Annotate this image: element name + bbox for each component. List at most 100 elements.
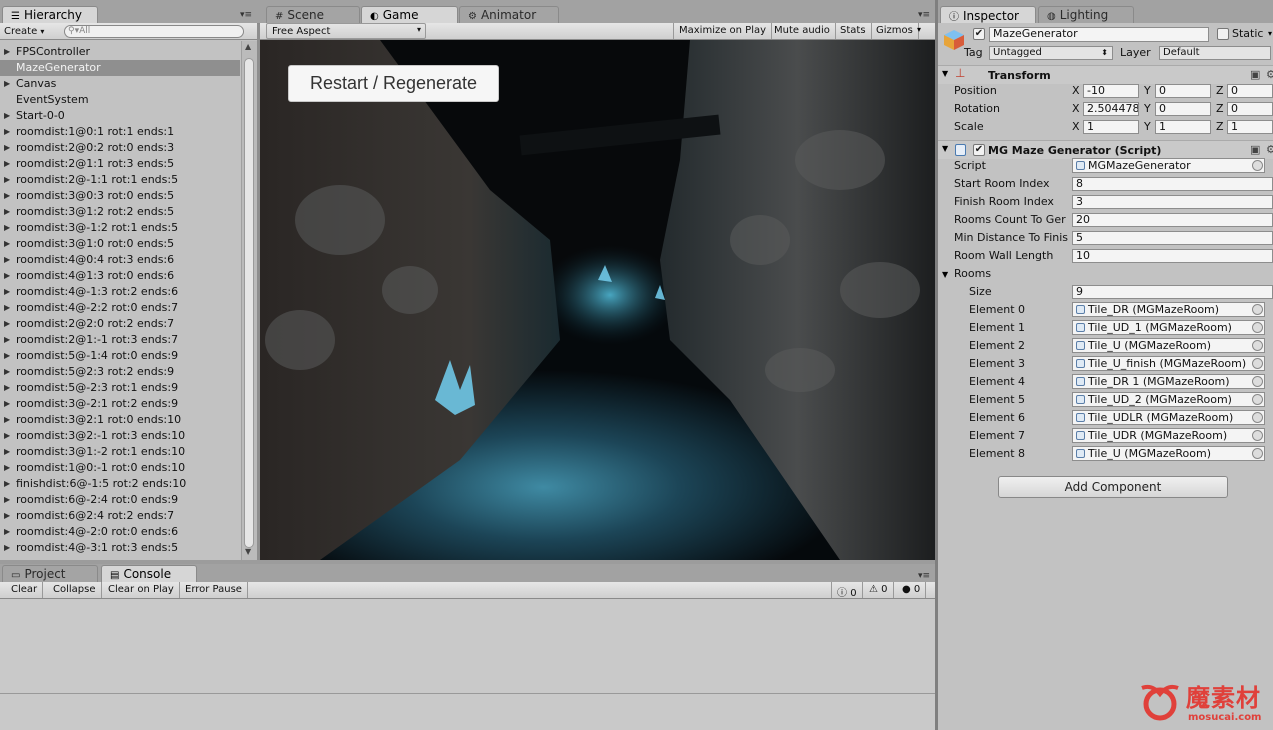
fold-arrow-icon[interactable]: ▶ [4, 76, 10, 92]
fold-arrow-icon[interactable]: ▶ [4, 188, 10, 204]
layer-dropdown[interactable]: Default [1159, 46, 1271, 60]
fold-arrow-icon[interactable]: ▶ [4, 204, 10, 220]
scale-y-field[interactable]: 1 [1155, 120, 1211, 134]
fold-arrow-icon[interactable]: ▶ [4, 268, 10, 284]
hierarchy-item[interactable]: ▶ roomdist:2@1:1 rot:3 ends:5 [0, 156, 240, 172]
rotation-x-field[interactable]: 2.504478 [1083, 102, 1139, 116]
hierarchy-item[interactable]: ▶ roomdist:3@2:1 rot:0 ends:10 [0, 412, 240, 428]
transform-header[interactable]: ▼ ⊥ Transform ▣ ⚙ [938, 65, 1273, 84]
aspect-dropdown[interactable]: Free Aspect ▾ [266, 23, 426, 39]
error-filter-toggle[interactable]: ● 0 [897, 582, 927, 598]
room-element-field[interactable]: Tile_U_finish (MGMazeRoom) [1072, 356, 1265, 371]
object-picker-icon[interactable] [1252, 304, 1263, 315]
hierarchy-item[interactable]: ▶ roomdist:2@1:-1 rot:3 ends:7 [0, 332, 240, 348]
hierarchy-item[interactable]: ▶ roomdist:4@-2:2 rot:0 ends:7 [0, 300, 240, 316]
help-icon[interactable]: ▣ [1250, 68, 1260, 81]
object-picker-icon[interactable] [1252, 394, 1263, 405]
tab-inspector[interactable]: ⓘ Inspector [940, 6, 1036, 23]
hierarchy-item[interactable]: ▶ roomdist:6@-2:4 rot:0 ends:9 [0, 492, 240, 508]
collapse-toggle[interactable]: Collapse [48, 582, 102, 598]
tab-scene[interactable]: # Scene [266, 6, 360, 23]
scroll-up-icon[interactable]: ▲ [245, 42, 251, 51]
hierarchy-item[interactable]: ▶ roomdist:1@0:-1 rot:0 ends:10 [0, 460, 240, 476]
fold-arrow-icon[interactable]: ▶ [4, 476, 10, 492]
hierarchy-item[interactable]: ▶ roomdist:4@-2:0 rot:0 ends:6 [0, 524, 240, 540]
scroll-down-icon[interactable]: ▼ [245, 547, 251, 556]
maximize-on-play-toggle[interactable]: Maximize on Play [673, 23, 773, 39]
scale-x-field[interactable]: 1 [1083, 120, 1139, 134]
fold-arrow-icon[interactable]: ▶ [4, 508, 10, 524]
mute-audio-toggle[interactable]: Mute audio [769, 23, 836, 39]
script-field-input[interactable]: 10 [1072, 249, 1273, 263]
position-x-field[interactable]: -10 [1083, 84, 1139, 98]
fold-arrow-icon[interactable]: ▶ [4, 156, 10, 172]
fold-arrow-icon[interactable]: ▶ [4, 236, 10, 252]
rotation-z-field[interactable]: 0 [1227, 102, 1273, 116]
room-element-field[interactable]: Tile_UD_2 (MGMazeRoom) [1072, 392, 1265, 407]
fold-arrow-icon[interactable]: ▶ [4, 300, 10, 316]
fold-arrow-icon[interactable]: ▶ [4, 428, 10, 444]
position-z-field[interactable]: 0 [1227, 84, 1273, 98]
hierarchy-search-input[interactable]: ⚲▾All [64, 25, 244, 38]
component-enabled-checkbox[interactable]: ✔ [973, 144, 985, 156]
panel-menu-icon[interactable]: ▾≡ [918, 10, 930, 20]
hierarchy-item[interactable]: ▶ FPSController [0, 44, 240, 60]
hierarchy-scrollbar[interactable]: ▲ ▼ [241, 41, 257, 560]
room-element-field[interactable]: Tile_UDLR (MGMazeRoom) [1072, 410, 1265, 425]
room-element-field[interactable]: Tile_U (MGMazeRoom) [1072, 338, 1265, 353]
hierarchy-item[interactable]: ▶ Canvas [0, 76, 240, 92]
hierarchy-item[interactable]: ▶ roomdist:2@2:0 rot:2 ends:7 [0, 316, 240, 332]
hierarchy-item[interactable]: ▶ roomdist:5@-2:3 rot:1 ends:9 [0, 380, 240, 396]
object-picker-icon[interactable] [1252, 376, 1263, 387]
hierarchy-item[interactable]: ▶ roomdist:3@2:-1 rot:3 ends:10 [0, 428, 240, 444]
room-element-field[interactable]: Tile_UD_1 (MGMazeRoom) [1072, 320, 1265, 335]
fold-arrow-icon[interactable]: ▶ [4, 524, 10, 540]
stats-toggle[interactable]: Stats [835, 23, 872, 39]
hierarchy-item[interactable]: ▶ roomdist:4@1:3 rot:0 ends:6 [0, 268, 240, 284]
hierarchy-item[interactable]: ▶ roomdist:3@-1:2 rot:1 ends:5 [0, 220, 240, 236]
hierarchy-item[interactable]: ▶ roomdist:3@1:2 rot:2 ends:5 [0, 204, 240, 220]
hierarchy-item[interactable]: ▶ roomdist:4@-1:3 rot:2 ends:6 [0, 284, 240, 300]
fold-arrow-icon[interactable]: ▶ [4, 396, 10, 412]
script-reference-field[interactable]: MGMazeGenerator [1072, 158, 1265, 173]
fold-arrow-icon[interactable]: ▶ [4, 348, 10, 364]
room-element-field[interactable]: Tile_UDR (MGMazeRoom) [1072, 428, 1265, 443]
hierarchy-item[interactable]: ▶ roomdist:3@1:0 rot:0 ends:5 [0, 236, 240, 252]
scroll-thumb[interactable] [244, 58, 254, 548]
fold-arrow-icon[interactable]: ▶ [4, 380, 10, 396]
hierarchy-item[interactable]: ▶ Start-0-0 [0, 108, 240, 124]
clear-on-play-toggle[interactable]: Clear on Play [103, 582, 180, 598]
clear-button[interactable]: Clear [6, 582, 44, 598]
fold-open-icon[interactable]: ▼ [942, 270, 948, 279]
tab-animator[interactable]: ⚙ Animator [459, 6, 559, 23]
object-picker-icon[interactable] [1252, 322, 1263, 333]
panel-menu-icon[interactable]: ▾≡ [240, 10, 252, 20]
script-field-input[interactable]: 5 [1072, 231, 1273, 245]
game-view[interactable]: Restart / Regenerate [260, 40, 935, 560]
object-name-field[interactable]: MazeGenerator [989, 27, 1209, 42]
object-picker-icon[interactable] [1252, 340, 1263, 351]
fold-arrow-icon[interactable]: ▶ [4, 140, 10, 156]
rotation-y-field[interactable]: 0 [1155, 102, 1211, 116]
tab-project[interactable]: ▭ Project [2, 565, 98, 582]
hierarchy-item[interactable]: EventSystem [0, 92, 240, 108]
hierarchy-item[interactable]: ▶ roomdist:6@2:4 rot:2 ends:7 [0, 508, 240, 524]
script-component-header[interactable]: ▼ ✔ MG Maze Generator (Script) ▣ ⚙ [938, 140, 1273, 159]
error-pause-toggle[interactable]: Error Pause [180, 582, 248, 598]
restart-regenerate-button[interactable]: Restart / Regenerate [288, 65, 499, 102]
panel-menu-icon[interactable]: ▾≡ [918, 571, 930, 581]
hierarchy-item[interactable]: ▶ finishdist:6@-1:5 rot:2 ends:10 [0, 476, 240, 492]
object-picker-icon[interactable] [1252, 448, 1263, 459]
fold-arrow-icon[interactable]: ▶ [4, 364, 10, 380]
hierarchy-item[interactable]: ▶ roomdist:5@-1:4 rot:0 ends:9 [0, 348, 240, 364]
hierarchy-item[interactable]: ▶ roomdist:3@-2:1 rot:2 ends:9 [0, 396, 240, 412]
create-dropdown[interactable]: Create ▾ [4, 24, 44, 39]
fold-arrow-icon[interactable]: ▶ [4, 316, 10, 332]
object-picker-icon[interactable] [1252, 358, 1263, 369]
tab-console[interactable]: ▤ Console [101, 565, 197, 582]
hierarchy-item[interactable]: MazeGenerator [0, 60, 240, 76]
room-element-field[interactable]: Tile_U (MGMazeRoom) [1072, 446, 1265, 461]
fold-arrow-icon[interactable]: ▶ [4, 220, 10, 236]
tab-game[interactable]: ◐ Game [361, 6, 458, 23]
static-dropdown-arrow-icon[interactable]: ▾ [1268, 29, 1272, 38]
